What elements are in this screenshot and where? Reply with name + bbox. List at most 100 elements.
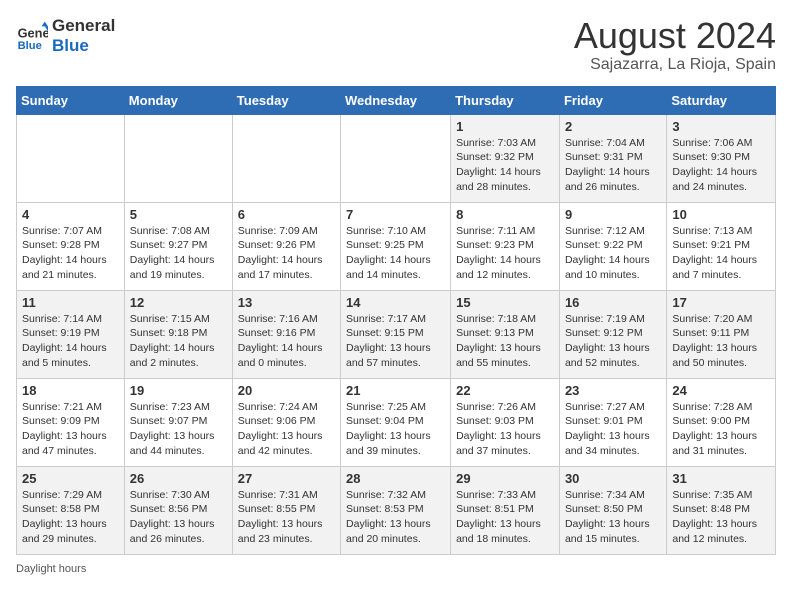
day-number: 31 bbox=[672, 471, 770, 486]
calendar-cell: 24Sunrise: 7:28 AMSunset: 9:00 PMDayligh… bbox=[667, 378, 776, 466]
day-info: Sunrise: 7:08 AMSunset: 9:27 PMDaylight:… bbox=[130, 224, 227, 283]
month-title: August 2024 bbox=[574, 16, 776, 56]
day-info: Sunrise: 7:33 AMSunset: 8:51 PMDaylight:… bbox=[456, 488, 554, 547]
day-number: 7 bbox=[346, 207, 445, 222]
day-number: 1 bbox=[456, 119, 554, 134]
calendar-cell: 14Sunrise: 7:17 AMSunset: 9:15 PMDayligh… bbox=[341, 290, 451, 378]
calendar-cell: 11 Sunrise: 7:14 AMSunset: 9:19 PMDayligh… bbox=[17, 290, 125, 378]
logo-blue: Blue bbox=[52, 36, 115, 56]
day-info: Sunrise: 7:12 AMSunset: 9:22 PMDaylight:… bbox=[565, 224, 661, 283]
calendar-cell bbox=[17, 114, 125, 202]
svg-text:General: General bbox=[18, 25, 48, 40]
day-info: Sunrise: 7:04 AMSunset: 9:31 PMDaylight:… bbox=[565, 136, 661, 195]
calendar-cell: 10Sunrise: 7:13 AMSunset: 9:21 PMDayligh… bbox=[667, 202, 776, 290]
day-number: 5 bbox=[130, 207, 227, 222]
day-number: 19 bbox=[130, 383, 227, 398]
calendar-cell: 6 Sunrise: 7:09 AMSunset: 9:26 PMDaylight… bbox=[232, 202, 340, 290]
calendar-cell: 26 Sunrise: 7:30 AMSunset: 8:56 PMDayligh… bbox=[124, 466, 232, 554]
day-number: 28 bbox=[346, 471, 445, 486]
day-number: 18 bbox=[22, 383, 119, 398]
calendar-cell: 29 Sunrise: 7:33 AMSunset: 8:51 PMDayligh… bbox=[451, 466, 560, 554]
calendar-cell: 12 Sunrise: 7:15 AMSunset: 9:18 PMDayligh… bbox=[124, 290, 232, 378]
day-number: 3 bbox=[672, 119, 770, 134]
calendar-cell: 5 Sunrise: 7:08 AMSunset: 9:27 PMDaylight… bbox=[124, 202, 232, 290]
day-number: 30 bbox=[565, 471, 661, 486]
day-number: 11 bbox=[22, 295, 119, 310]
week-row-5: 25 Sunrise: 7:29 AMSunset: 8:58 PMDayligh… bbox=[17, 466, 776, 554]
day-info: Sunrise: 7:21 AMSunset: 9:09 PMDaylight:… bbox=[22, 400, 119, 459]
day-info: Sunrise: 7:31 AMSunset: 8:55 PMDaylight:… bbox=[238, 488, 335, 547]
day-number: 15 bbox=[456, 295, 554, 310]
day-number: 4 bbox=[22, 207, 119, 222]
day-info: Sunrise: 7:18 AMSunset: 9:13 PMDaylight:… bbox=[456, 312, 554, 371]
calendar-cell bbox=[232, 114, 340, 202]
day-number: 23 bbox=[565, 383, 661, 398]
day-number: 25 bbox=[22, 471, 119, 486]
weekday-header-saturday: Saturday bbox=[667, 86, 776, 114]
week-row-4: 18 Sunrise: 7:21 AMSunset: 9:09 PMDayligh… bbox=[17, 378, 776, 466]
weekday-header-thursday: Thursday bbox=[451, 86, 560, 114]
day-number: 13 bbox=[238, 295, 335, 310]
calendar-table: SundayMondayTuesdayWednesdayThursdayFrid… bbox=[16, 86, 776, 555]
week-row-1: 1Sunrise: 7:03 AMSunset: 9:32 PMDaylight… bbox=[17, 114, 776, 202]
day-info: Sunrise: 7:16 AMSunset: 9:16 PMDaylight:… bbox=[238, 312, 335, 371]
day-number: 2 bbox=[565, 119, 661, 134]
day-number: 29 bbox=[456, 471, 554, 486]
week-row-2: 4 Sunrise: 7:07 AMSunset: 9:28 PMDaylight… bbox=[17, 202, 776, 290]
day-info: Sunrise: 7:27 AMSunset: 9:01 PMDaylight:… bbox=[565, 400, 661, 459]
calendar-cell: 23 Sunrise: 7:27 AMSunset: 9:01 PMDayligh… bbox=[559, 378, 666, 466]
day-info: Sunrise: 7:29 AMSunset: 8:58 PMDaylight:… bbox=[22, 488, 119, 547]
day-number: 26 bbox=[130, 471, 227, 486]
day-info: Sunrise: 7:14 AMSunset: 9:19 PMDaylight:… bbox=[22, 312, 119, 371]
day-number: 27 bbox=[238, 471, 335, 486]
day-number: 14 bbox=[346, 295, 445, 310]
weekday-header-tuesday: Tuesday bbox=[232, 86, 340, 114]
day-info: Sunrise: 7:30 AMSunset: 8:56 PMDaylight:… bbox=[130, 488, 227, 547]
calendar-cell: 28Sunrise: 7:32 AMSunset: 8:53 PMDayligh… bbox=[341, 466, 451, 554]
day-number: 6 bbox=[238, 207, 335, 222]
calendar-cell: 15 Sunrise: 7:18 AMSunset: 9:13 PMDayligh… bbox=[451, 290, 560, 378]
weekday-header-friday: Friday bbox=[559, 86, 666, 114]
calendar-cell: 1Sunrise: 7:03 AMSunset: 9:32 PMDaylight… bbox=[451, 114, 560, 202]
day-info: Sunrise: 7:15 AMSunset: 9:18 PMDaylight:… bbox=[130, 312, 227, 371]
calendar-cell: 16Sunrise: 7:19 AMSunset: 9:12 PMDayligh… bbox=[559, 290, 666, 378]
day-info: Sunrise: 7:10 AMSunset: 9:25 PMDaylight:… bbox=[346, 224, 445, 283]
page-header: General Blue General Blue August 2024 Sa… bbox=[16, 16, 776, 74]
daylight-label: Daylight hours bbox=[16, 563, 86, 575]
day-info: Sunrise: 7:13 AMSunset: 9:21 PMDaylight:… bbox=[672, 224, 770, 283]
calendar-cell: 30 Sunrise: 7:34 AMSunset: 8:50 PMDayligh… bbox=[559, 466, 666, 554]
calendar-cell: 20 Sunrise: 7:24 AMSunset: 9:06 PMDayligh… bbox=[232, 378, 340, 466]
calendar-cell: 4 Sunrise: 7:07 AMSunset: 9:28 PMDaylight… bbox=[17, 202, 125, 290]
weekday-header-row: SundayMondayTuesdayWednesdayThursdayFrid… bbox=[17, 86, 776, 114]
calendar-cell: 27 Sunrise: 7:31 AMSunset: 8:55 PMDayligh… bbox=[232, 466, 340, 554]
weekday-header-sunday: Sunday bbox=[17, 86, 125, 114]
day-number: 9 bbox=[565, 207, 661, 222]
day-number: 17 bbox=[672, 295, 770, 310]
day-info: Sunrise: 7:26 AMSunset: 9:03 PMDaylight:… bbox=[456, 400, 554, 459]
day-info: Sunrise: 7:35 AMSunset: 8:48 PMDaylight:… bbox=[672, 488, 770, 547]
week-row-3: 11 Sunrise: 7:14 AMSunset: 9:19 PMDayligh… bbox=[17, 290, 776, 378]
logo-general: General bbox=[52, 16, 115, 36]
day-info: Sunrise: 7:24 AMSunset: 9:06 PMDaylight:… bbox=[238, 400, 335, 459]
calendar-cell: 7 Sunrise: 7:10 AMSunset: 9:25 PMDaylight… bbox=[341, 202, 451, 290]
calendar-cell: 8Sunrise: 7:11 AMSunset: 9:23 PMDaylight… bbox=[451, 202, 560, 290]
day-info: Sunrise: 7:09 AMSunset: 9:26 PMDaylight:… bbox=[238, 224, 335, 283]
calendar-cell bbox=[341, 114, 451, 202]
logo: General Blue General Blue bbox=[16, 16, 115, 55]
calendar-cell: 13 Sunrise: 7:16 AMSunset: 9:16 PMDayligh… bbox=[232, 290, 340, 378]
calendar-cell: 9 Sunrise: 7:12 AMSunset: 9:22 PMDaylight… bbox=[559, 202, 666, 290]
day-number: 16 bbox=[565, 295, 661, 310]
day-number: 21 bbox=[346, 383, 445, 398]
day-number: 20 bbox=[238, 383, 335, 398]
day-info: Sunrise: 7:34 AMSunset: 8:50 PMDaylight:… bbox=[565, 488, 661, 547]
day-info: Sunrise: 7:11 AMSunset: 9:23 PMDaylight:… bbox=[456, 224, 554, 283]
weekday-header-monday: Monday bbox=[124, 86, 232, 114]
day-info: Sunrise: 7:07 AMSunset: 9:28 PMDaylight:… bbox=[22, 224, 119, 283]
day-info: Sunrise: 7:28 AMSunset: 9:00 PMDaylight:… bbox=[672, 400, 770, 459]
location: Sajazarra, La Rioja, Spain bbox=[574, 56, 776, 74]
svg-text:Blue: Blue bbox=[18, 39, 42, 51]
weekday-header-wednesday: Wednesday bbox=[341, 86, 451, 114]
day-info: Sunrise: 7:25 AMSunset: 9:04 PMDaylight:… bbox=[346, 400, 445, 459]
day-number: 12 bbox=[130, 295, 227, 310]
calendar-cell: 18 Sunrise: 7:21 AMSunset: 9:09 PMDayligh… bbox=[17, 378, 125, 466]
